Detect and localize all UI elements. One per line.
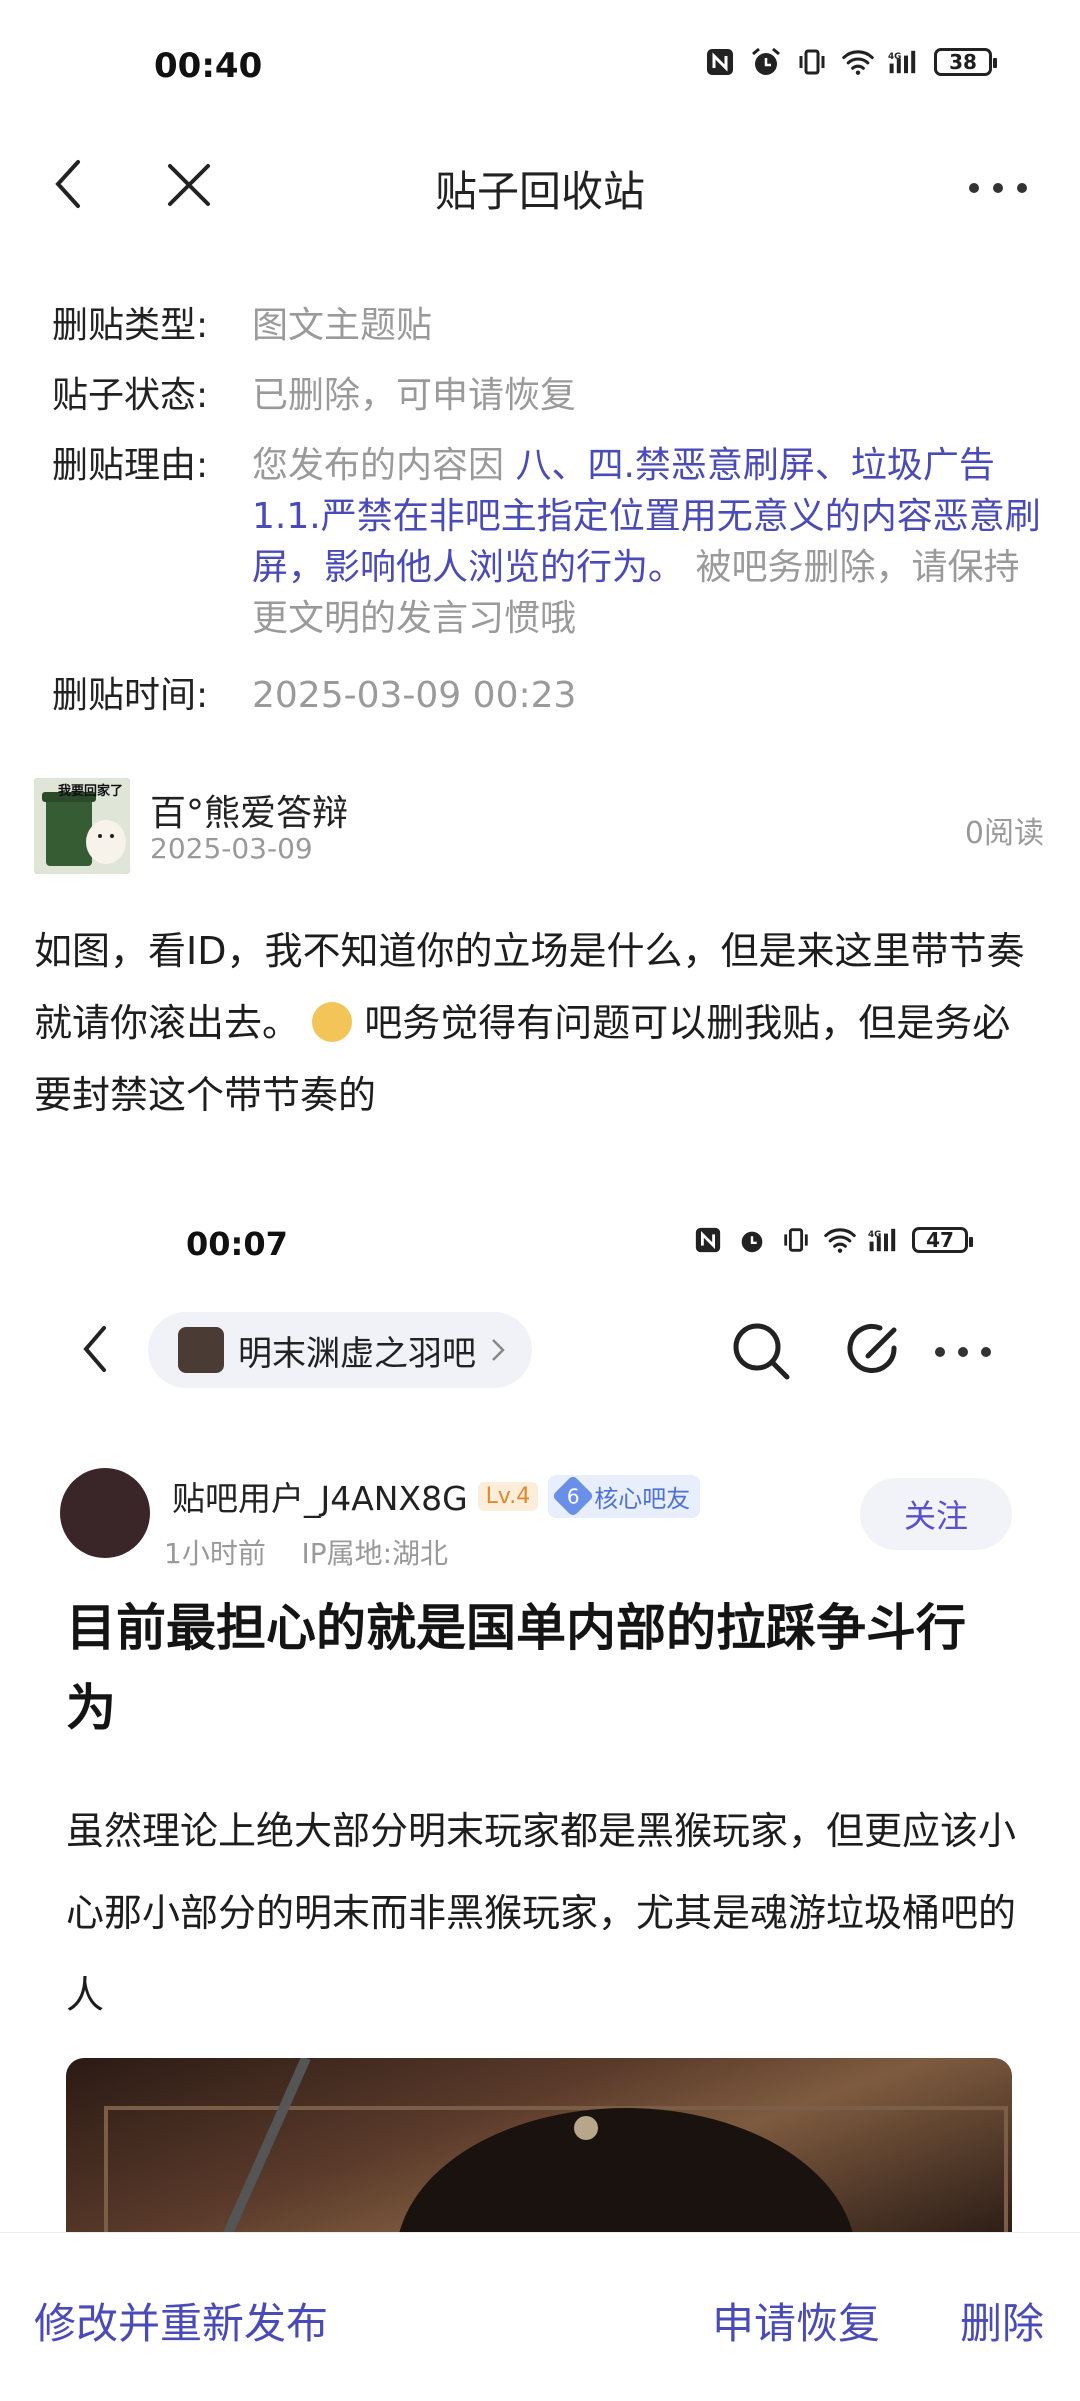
delete-type-label: 删贴类型:: [52, 305, 209, 346]
more-dots-icon: [969, 183, 1027, 193]
delete-reason-value: 您发布的内容因 八、四.禁恶意刷屏、垃圾广告 1.1.严禁在非吧主指定位置用无意…: [252, 440, 1042, 644]
forum-name: 明末渊虚之羽吧: [238, 1333, 476, 1374]
post-status-label: 贴子状态:: [52, 375, 209, 416]
chevron-right-icon: [492, 1339, 505, 1361]
author-avatar[interactable]: [60, 1468, 150, 1558]
core-level-icon: 6: [552, 1474, 595, 1518]
embedded-status-time: 00:07: [186, 1225, 288, 1263]
post-time: 1小时前: [164, 1537, 266, 1570]
embedded-search-button[interactable]: [730, 1320, 792, 1386]
avatar-caption: 我要回家了: [58, 784, 124, 799]
delete-time-value: 2025-03-09 00:23: [252, 675, 577, 716]
reason-prefix: 您发布的内容因: [252, 445, 505, 486]
embedded-share-button[interactable]: [844, 1320, 904, 1384]
battery-icon: 38: [934, 48, 997, 76]
level-badge: Lv.4: [477, 1481, 539, 1511]
share-icon: [847, 1324, 897, 1373]
vibrate-icon: [780, 1224, 812, 1256]
nfc-icon: [692, 1224, 724, 1256]
edit-republish-button[interactable]: 修改并重新发布: [34, 2290, 328, 2351]
cellular-4g-icon: 4G: [888, 46, 920, 78]
nfc-icon: [704, 46, 736, 78]
delete-type-row: 删贴类型: 图文主题贴: [52, 300, 1042, 351]
status-icons: 4G 38: [704, 46, 997, 78]
follow-button[interactable]: 关注: [860, 1478, 1012, 1550]
ip-location: IP属地:湖北: [301, 1537, 449, 1570]
delete-time-row: 删贴时间: 2025-03-09 00:23: [52, 670, 1042, 721]
restore-button[interactable]: 申请恢复: [712, 2290, 880, 2351]
embedded-post-image[interactable]: [66, 2058, 1012, 2238]
embedded-status-icons: 4G 47: [692, 1224, 973, 1256]
forum-pill[interactable]: 明末渊虚之羽吧: [148, 1312, 532, 1388]
vibrate-icon: [796, 46, 828, 78]
embedded-post-title: 目前最担心的就是国单内部的拉踩争斗行为: [66, 1599, 966, 1737]
thinking-emoji-icon: [312, 1002, 353, 1042]
post-body: 如图，看ID，我不知道你的立场是什么，但是来这里带节奏就请你滚出去。 吧务觉得有…: [34, 915, 1044, 1131]
post-date: 2025-03-09: [150, 832, 313, 865]
search-icon: [733, 1323, 790, 1380]
more-dots-icon: [935, 1347, 991, 1357]
alarm-icon: [736, 1224, 768, 1256]
delete-button[interactable]: 删除: [960, 2290, 1044, 2351]
post-status-row: 贴子状态: 已删除，可申请恢复: [52, 370, 1042, 421]
delete-reason-row: 删贴理由: 您发布的内容因 八、四.禁恶意刷屏、垃圾广告 1.1.严禁在非吧主指定…: [52, 440, 1042, 644]
core-member-badge: 6 核心吧友: [548, 1474, 701, 1518]
cellular-4g-icon: 4G: [868, 1224, 900, 1256]
alarm-icon: [750, 46, 782, 78]
embedded-post-body: 虽然理论上绝大部分明末玩家都是黑猴玩家，但更应该小心那小部分的明末而非黑猴玩家，…: [66, 1809, 1017, 2017]
post-username[interactable]: 百°熊爱答辩: [150, 784, 348, 836]
delete-reason-label: 删贴理由:: [52, 445, 209, 486]
core-member-label: 核心吧友: [594, 1484, 691, 1513]
read-count: 0阅读: [964, 816, 1044, 851]
wifi-icon: [842, 46, 874, 78]
delete-type-value: 图文主题贴: [252, 305, 433, 346]
status-time: 00:40: [154, 46, 263, 86]
embedded-back-button[interactable]: [76, 1322, 112, 1380]
character-image: [104, 2058, 1008, 2238]
wifi-icon: [824, 1224, 856, 1256]
page-title: 贴子回收站: [434, 167, 645, 216]
post-status-value: 已删除，可申请恢复: [252, 375, 577, 416]
author-row: 贴吧用户_J4ANX8G Lv.4 6 核心吧友: [172, 1472, 701, 1520]
author-name[interactable]: 贴吧用户_J4ANX8G: [172, 1472, 468, 1520]
chevron-left-icon: [83, 1326, 106, 1372]
more-button[interactable]: [968, 180, 1028, 199]
delete-time-label: 删贴时间:: [52, 675, 209, 716]
forum-avatar: [178, 1327, 224, 1373]
battery-icon: 47: [912, 1227, 973, 1253]
author-meta: 1小时前 IP属地:湖北: [164, 1532, 448, 1572]
embedded-more-button[interactable]: [934, 1344, 992, 1363]
